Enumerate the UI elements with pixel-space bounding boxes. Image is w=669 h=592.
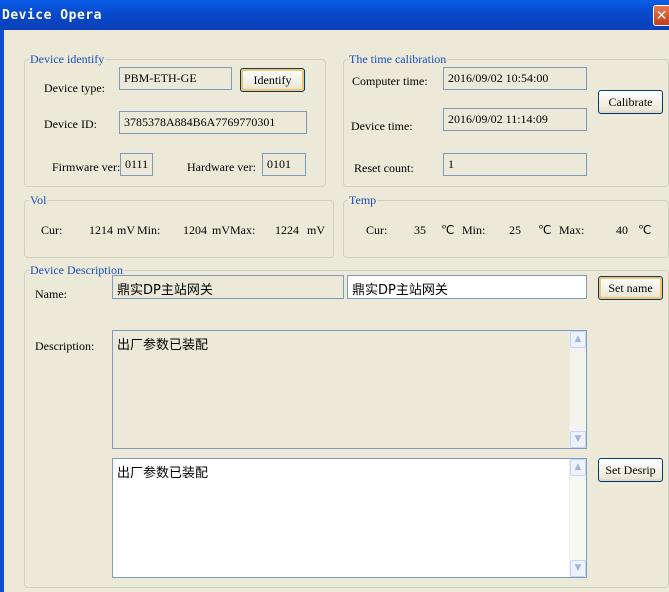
firmware-ver-field: 0111 <box>120 153 153 176</box>
vol-min-label: Min: <box>137 223 161 237</box>
temp-legend: Temp <box>348 193 378 207</box>
device-type-field: PBM-ETH-GE <box>119 67 232 90</box>
scroll-down-arrow-icon[interactable]: ▼ <box>570 431 586 448</box>
scroll-down-arrow-icon[interactable]: ▼ <box>570 560 586 577</box>
vol-cur-label: Cur: <box>41 223 63 237</box>
description-input-text: 出厂参数已装配 <box>117 466 209 481</box>
identify-button[interactable]: Identify <box>240 68 305 92</box>
device-description-legend: Device Description <box>29 263 124 277</box>
description-scrollbar[interactable]: ▲ ▼ <box>569 331 586 448</box>
temp-min-label: Min: <box>462 223 486 237</box>
vol-min-unit: mV <box>212 223 230 237</box>
vol-min-value: 1204 <box>183 223 207 237</box>
scroll-up-arrow-icon[interactable]: ▲ <box>570 459 586 476</box>
device-id-field: 3785378A884B6A7769770301 <box>119 111 307 134</box>
description-input-scrollbar[interactable]: ▲ ▼ <box>569 459 586 577</box>
hardware-ver-field: 0101 <box>262 153 306 176</box>
current-name-field: 鼎实DP主站网关 <box>112 275 344 299</box>
scroll-up-arrow-icon[interactable]: ▲ <box>570 331 586 348</box>
computer-time-label: Computer time: <box>352 74 428 88</box>
close-icon[interactable]: ✕ <box>653 5 669 26</box>
reset-count-label: Reset count: <box>354 161 414 175</box>
device-opera-window: Device Opera ✕ Device identify Device ty… <box>0 0 669 592</box>
temp-min-value: 25 <box>509 223 521 237</box>
temp-max-unit: ℃ <box>638 223 652 237</box>
computer-time-field: 2016/09/02 10:54:00 <box>443 67 587 90</box>
temp-cur-label: Cur: <box>366 223 388 237</box>
device-time-field: 2016/09/02 11:14:09 <box>443 108 587 131</box>
device-time-label: Device time: <box>351 119 413 133</box>
firmware-ver-label: Firmware ver: <box>52 160 121 174</box>
dialog-client-area: Device identify Device type: PBM-ETH-GE … <box>4 30 669 592</box>
device-id-label: Device ID: <box>44 117 97 131</box>
vol-cur-unit: mV <box>117 223 135 237</box>
vol-max-unit: mV <box>307 223 325 237</box>
current-description-text: 出厂参数已装配 <box>117 338 209 353</box>
temp-cur-value: 35 <box>414 223 426 237</box>
name-input[interactable]: 鼎实DP主站网关 <box>347 275 587 299</box>
set-description-button[interactable]: Set Desrip <box>598 458 663 482</box>
vol-legend: Vol <box>29 193 48 207</box>
name-label: Name: <box>35 287 67 301</box>
temp-min-unit: ℃ <box>538 223 552 237</box>
device-type-label: Device type: <box>44 81 105 95</box>
temp-max-label: Max: <box>559 223 585 237</box>
vol-max-label: Max: <box>230 223 256 237</box>
temp-cur-unit: ℃ <box>441 223 455 237</box>
current-description-area: 出厂参数已装配 ▲ ▼ <box>112 330 587 449</box>
description-input[interactable]: 出厂参数已装配 ▲ ▼ <box>112 458 587 578</box>
hardware-ver-label: Hardware ver: <box>187 160 256 174</box>
description-label: Description: <box>35 339 95 353</box>
time-calibration-legend: The time calibration <box>348 52 448 66</box>
vol-max-value: 1224 <box>275 223 299 237</box>
temp-max-value: 40 <box>616 223 628 237</box>
calibrate-button[interactable]: Calibrate <box>598 90 663 114</box>
title-bar[interactable]: Device Opera ✕ <box>0 0 669 30</box>
window-title: Device Opera <box>2 8 102 23</box>
set-name-button[interactable]: Set name <box>598 276 663 300</box>
vol-cur-value: 1214 <box>89 223 113 237</box>
device-identify-legend: Device identify <box>29 52 106 66</box>
reset-count-field: 1 <box>443 153 587 176</box>
